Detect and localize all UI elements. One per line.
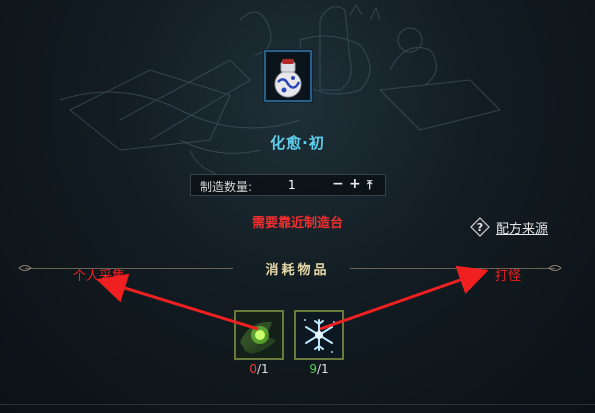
quantity-label: 制造数量: [200, 180, 253, 194]
material-count-2: 9/1 [294, 362, 344, 376]
max-quantity-button[interactable]: ⤒ [367, 178, 372, 193]
quantity-input[interactable]: 1 [288, 178, 296, 192]
material-1-have: 0 [249, 362, 257, 376]
question-diamond-icon: ? [470, 217, 490, 237]
material-2-need: /1 [316, 362, 329, 376]
material-1-need: /1 [256, 362, 269, 376]
svg-text:?: ? [477, 221, 483, 234]
medicine-jar-icon [266, 52, 310, 100]
bottom-divider [0, 404, 595, 405]
crafted-item-slot[interactable] [264, 50, 312, 102]
annotation-left: 个人采集 [73, 269, 126, 284]
snowflake-crystal-icon [296, 312, 342, 358]
annotation-right: 打怪 [495, 269, 522, 284]
recipe-source-link[interactable]: ? 配方来源 [470, 216, 548, 238]
quantity-bar: 制造数量: 1 − + ⤒ [190, 174, 386, 196]
item-name: 化愈·初 [270, 134, 325, 152]
material-slot-2[interactable] [294, 310, 344, 360]
green-orb-leaf-icon [236, 312, 282, 358]
recipe-source-label: 配方来源 [496, 221, 549, 237]
increase-quantity-button[interactable]: + [349, 176, 361, 192]
decrease-quantity-button[interactable]: − [332, 176, 344, 192]
arrow-to-monster-hunting [319, 265, 489, 331]
material-slot-1[interactable] [234, 310, 284, 360]
material-2-have: 9 [309, 362, 317, 376]
material-count-1: 0/1 [234, 362, 284, 376]
